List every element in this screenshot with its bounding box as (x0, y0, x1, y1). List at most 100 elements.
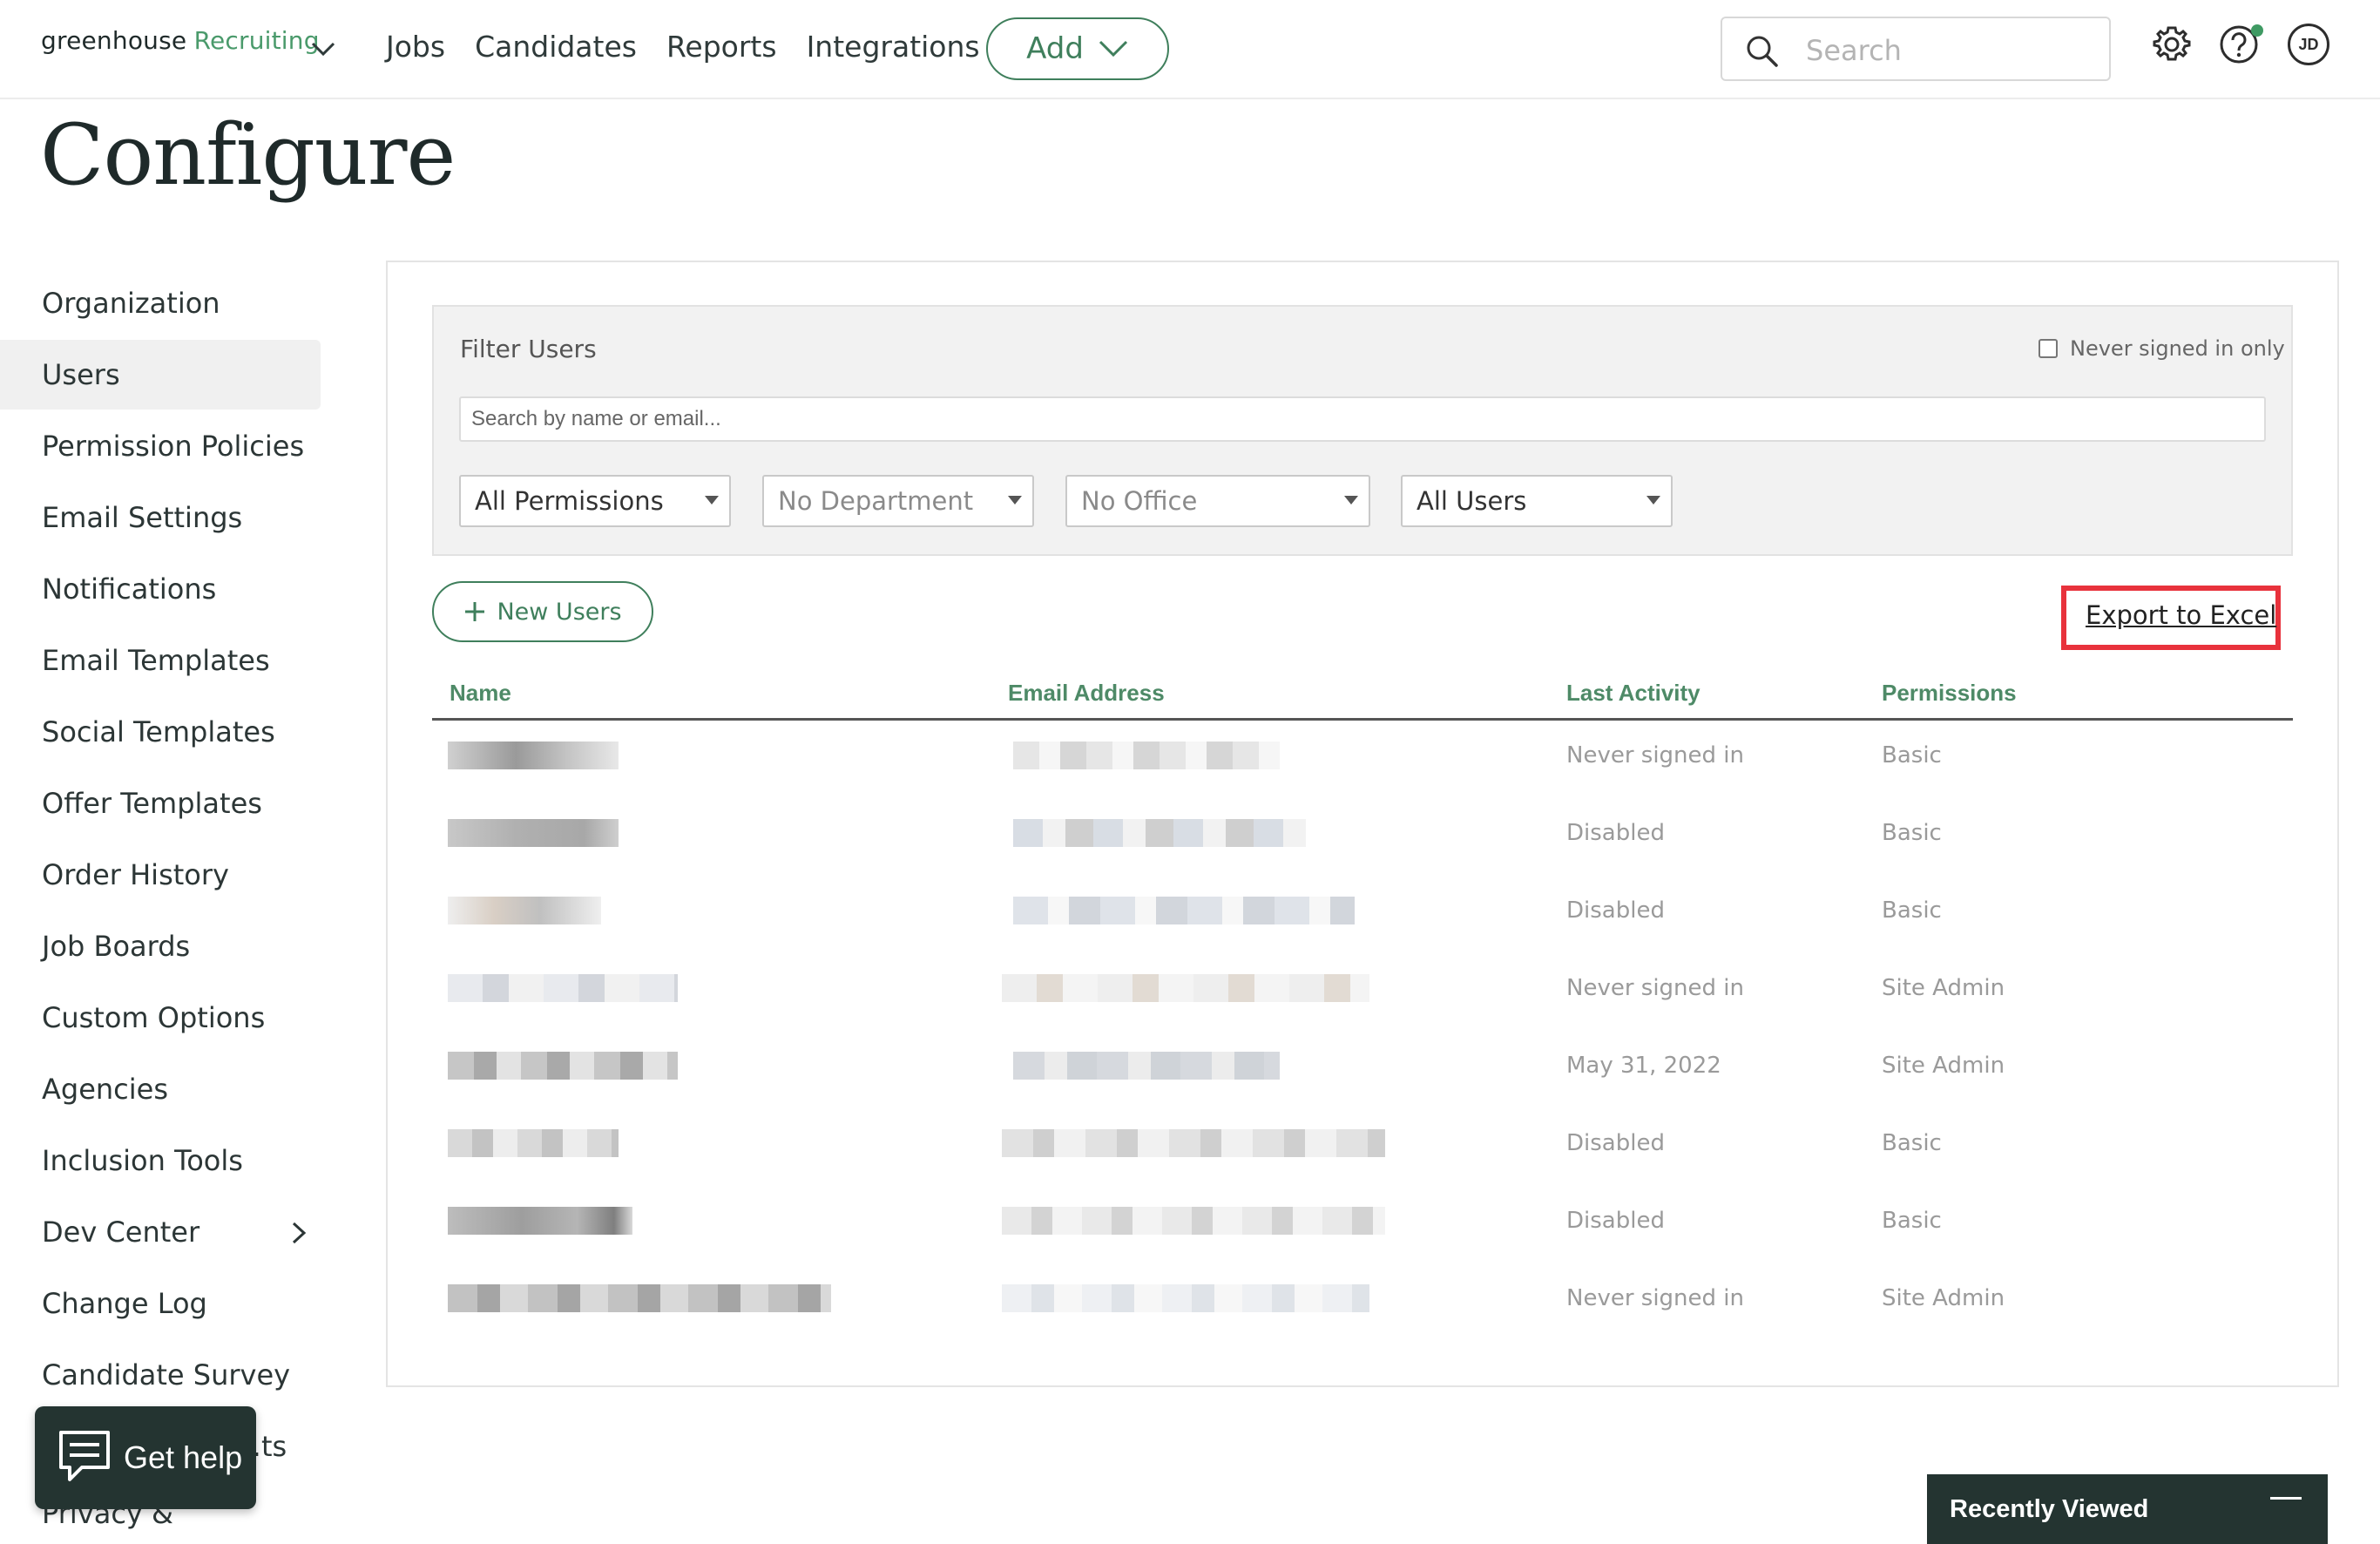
select-value: All Users (1417, 486, 1527, 516)
sidebar-item-offer-templates[interactable]: Offer Templates (0, 769, 321, 838)
department-select[interactable]: No Department (762, 475, 1034, 527)
chat-icon (59, 1431, 110, 1481)
office-select[interactable]: No Office (1065, 475, 1370, 527)
last-activity-cell: Never signed in (1566, 975, 1745, 1001)
sidebar-item-email-settings[interactable]: Email Settings (0, 483, 321, 552)
recently-viewed-label: Recently Viewed (1950, 1494, 2149, 1523)
redacted-name[interactable] (448, 1052, 678, 1080)
redacted-name[interactable] (448, 742, 619, 769)
redacted-name[interactable] (448, 1284, 831, 1312)
sidebar-item-notifications[interactable]: Notifications (0, 554, 321, 624)
sidebar-item-change-log[interactable]: Change Log (0, 1269, 321, 1338)
sidebar-item-inclusion-tools[interactable]: Inclusion Tools (0, 1126, 321, 1195)
last-activity-cell: Never signed in (1566, 742, 1745, 769)
new-users-button[interactable]: New Users (432, 581, 653, 642)
sidebar-item-organization[interactable]: Organization (0, 268, 321, 338)
redacted-email (1013, 819, 1306, 847)
logo-text-recruiting: Recruiting (193, 26, 320, 55)
column-header-email[interactable]: Email Address (1008, 680, 1165, 707)
greenhouse-logo[interactable]: greenhouse Recruiting (41, 26, 320, 56)
never-signed-in-checkbox[interactable] (2039, 339, 2058, 358)
never-signed-in-label: Never signed in only (2070, 336, 2285, 361)
redacted-email (1013, 742, 1280, 769)
add-button[interactable]: Add (986, 17, 1169, 80)
permission-cell: Basic (1882, 897, 1942, 924)
permission-cell: Basic (1882, 1208, 1942, 1234)
redacted-email (1013, 897, 1355, 924)
caret-down-icon (1646, 496, 1660, 505)
recently-viewed-panel[interactable]: Recently Viewed (1927, 1474, 2328, 1544)
notification-dot (2251, 24, 2263, 37)
last-activity-cell: Disabled (1566, 820, 1665, 846)
search-icon (1747, 36, 1778, 67)
nav-candidates[interactable]: Candidates (475, 30, 637, 64)
redacted-name[interactable] (448, 819, 619, 847)
caret-down-icon (1008, 496, 1022, 505)
gear-icon[interactable] (2150, 23, 2194, 66)
last-activity-cell: Never signed in (1566, 1285, 1745, 1311)
select-value: No Department (778, 486, 974, 516)
nav-integrations[interactable]: Integrations (807, 30, 980, 64)
permission-cell: Site Admin (1882, 1053, 2005, 1079)
nav-jobs[interactable]: Jobs (386, 30, 445, 64)
sidebar-item-agencies[interactable]: Agencies (0, 1054, 321, 1124)
sidebar-item-email-templates[interactable]: Email Templates (0, 626, 321, 695)
permission-cell: Basic (1882, 1130, 1942, 1156)
redacted-email (1013, 1052, 1280, 1080)
redacted-email (1002, 1284, 1369, 1312)
filter-title: Filter Users (460, 335, 597, 363)
never-signed-in-filter[interactable]: Never signed in only (2039, 336, 2285, 361)
permission-cell: Site Admin (1882, 1285, 2005, 1311)
redacted-email (1002, 974, 1369, 1002)
nav-reports[interactable]: Reports (666, 30, 777, 64)
permission-cell: Site Admin (1882, 975, 2005, 1001)
redacted-name[interactable] (448, 1129, 619, 1157)
select-value: No Office (1081, 486, 1198, 516)
sidebar-item-candidate-survey[interactable]: Candidate Survey (0, 1340, 321, 1410)
page-title: Configure (40, 106, 456, 204)
export-to-excel-link[interactable]: Export to Excel (2086, 600, 2276, 630)
column-header-last-activity[interactable]: Last Activity (1566, 680, 1700, 707)
chevron-down-icon[interactable] (309, 35, 337, 63)
chevron-right-icon (292, 1222, 307, 1244)
sidebar-item-permission-policies[interactable]: Permission Policies (0, 411, 321, 481)
column-header-permissions[interactable]: Permissions (1882, 680, 2017, 707)
permissions-select[interactable]: All Permissions (459, 475, 731, 527)
sidebar-item-users[interactable]: Users (0, 340, 321, 410)
plus-icon (465, 602, 485, 621)
caret-down-icon (705, 496, 719, 505)
avatar[interactable]: JD (2288, 24, 2329, 65)
permission-cell: Basic (1882, 742, 1942, 769)
sidebar-item-custom-options[interactable]: Custom Options (0, 983, 321, 1053)
chevron-down-icon (1099, 40, 1127, 58)
search-input[interactable] (1804, 30, 2086, 71)
redacted-name[interactable] (448, 974, 678, 1002)
sidebar-item-job-boards[interactable]: Job Boards (0, 911, 321, 981)
redacted-name[interactable] (448, 897, 601, 924)
permission-cell: Basic (1882, 820, 1942, 846)
sidebar-item-dev-center[interactable]: Dev Center (0, 1197, 321, 1267)
caret-down-icon (1344, 496, 1358, 505)
minimize-icon[interactable] (2270, 1497, 2302, 1500)
global-search[interactable] (1721, 17, 2111, 81)
get-help-label: Get help (124, 1439, 243, 1475)
table-header-divider (432, 718, 2293, 721)
last-activity-cell: Disabled (1566, 1130, 1665, 1156)
sidebar-item-order-history[interactable]: Order History (0, 840, 321, 910)
top-navbar: greenhouse Recruiting Jobs Candidates Re… (0, 0, 2380, 99)
redacted-email (1002, 1207, 1385, 1235)
redacted-email (1002, 1129, 1385, 1157)
column-header-name[interactable]: Name (450, 680, 511, 707)
users-status-select[interactable]: All Users (1401, 475, 1673, 527)
user-search-input[interactable] (459, 396, 2266, 442)
redacted-name[interactable] (448, 1207, 632, 1235)
sidebar-item-social-templates[interactable]: Social Templates (0, 697, 321, 767)
last-activity-cell: Disabled (1566, 897, 1665, 924)
main-nav: Jobs Candidates Reports Integrations (386, 30, 980, 64)
get-help-button[interactable]: Get help (35, 1406, 256, 1509)
sidebar-item-label: Dev Center (42, 1216, 200, 1249)
add-button-label: Add (1026, 31, 1084, 66)
new-users-label: New Users (497, 598, 622, 626)
select-value: All Permissions (475, 486, 664, 516)
logo-text-greenhouse: greenhouse (41, 26, 187, 55)
